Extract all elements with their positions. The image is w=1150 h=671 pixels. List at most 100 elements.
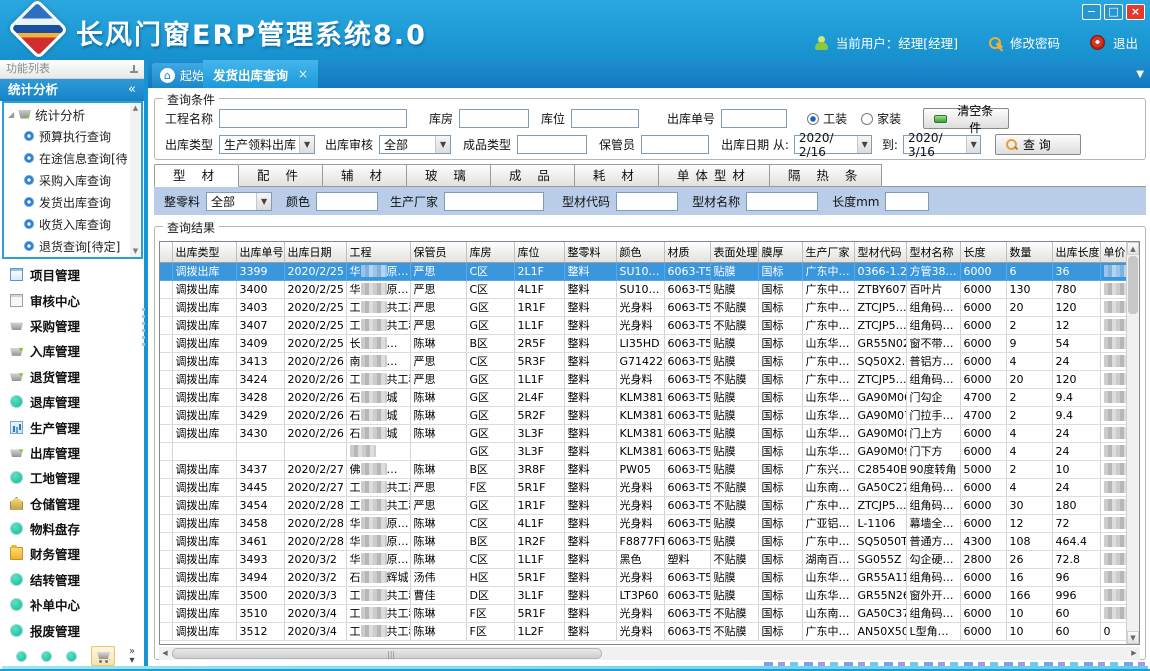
column-header-整零料[interactable]: 整零料	[564, 242, 616, 262]
whole-part-select[interactable]: 全部▼	[206, 192, 272, 211]
column-header-长度[interactable]: 长度	[960, 242, 1006, 262]
minimize-button[interactable]: −	[1082, 4, 1101, 20]
table-row[interactable]: 调拨出库34942020/3/2石辉城汤伟H区5R1F整料光身料6063-T5贴…	[160, 568, 1140, 586]
table-row[interactable]: 调拨出库34282020/2/26石城陈琳G区2L4F整料KLM38176063…	[160, 388, 1140, 406]
material-tab-配件[interactable]: 配 件	[239, 164, 323, 187]
material-tab-玻璃[interactable]: 玻 璃	[407, 164, 491, 187]
row-selector[interactable]	[160, 586, 172, 604]
profile-code-input[interactable]	[616, 192, 678, 211]
row-selector[interactable]	[160, 334, 172, 352]
scroll-left-icon[interactable]: ◀	[159, 647, 171, 660]
column-header-材质[interactable]: 材质	[664, 242, 710, 262]
tab-close-icon[interactable]: ×	[298, 67, 308, 81]
table-horizontal-scrollbar[interactable]: ◀ ||| ▶	[159, 647, 1140, 660]
column-header-工程[interactable]: 工程	[346, 242, 410, 262]
table-row[interactable]: 调拨出库34542020/2/28工共工程严思G区1R1F整料光身料6063-T…	[160, 496, 1140, 514]
sidebar-item-结转管理[interactable]: 结转管理	[0, 567, 144, 592]
maximize-button[interactable]: □	[1104, 4, 1123, 20]
sidebar-item-报废管理[interactable]: 报废管理	[0, 617, 144, 642]
jiazhuang-radio[interactable]	[861, 113, 873, 125]
sidebar-item-入库管理[interactable]: 入库管理	[0, 338, 144, 363]
material-tab-成品[interactable]: 成 品	[491, 164, 575, 187]
row-selector[interactable]	[160, 622, 172, 640]
scroll-down-icon[interactable]: ▼	[1127, 631, 1139, 644]
material-tab-辅材[interactable]: 辅 材	[323, 164, 407, 187]
close-button[interactable]: ×	[1126, 4, 1145, 20]
row-selector[interactable]	[160, 424, 172, 442]
table-row[interactable]: 调拨出库34612020/2/28华原…陈琳B区1R2F整料F8877FT606…	[160, 532, 1140, 550]
row-selector[interactable]	[160, 442, 172, 460]
tree-item-退库管理[待定][interactable]: 退库管理[待定]	[4, 257, 141, 259]
tree-root-node[interactable]: ◢ 统计分析	[4, 103, 141, 125]
column-header-保管员[interactable]: 保管员	[410, 242, 466, 262]
table-row[interactable]: 调拨出库34002020/2/25华原…严思C区4L1F整料SU10…6063-…	[160, 280, 1140, 298]
gongzhuang-radio-label[interactable]: 工装	[823, 110, 847, 127]
row-selector[interactable]	[160, 280, 172, 298]
search-button[interactable]: 查 询	[995, 134, 1081, 155]
tree-item-在途信息查询[待[interactable]: 在途信息查询[待	[4, 147, 141, 169]
keeper-input[interactable]	[641, 135, 709, 154]
sidebar-item-仓储管理[interactable]: 仓储管理	[0, 491, 144, 516]
column-header-出库日期[interactable]: 出库日期	[284, 242, 346, 262]
column-header-出库长度[interactable]: 出库长度	[1052, 242, 1100, 262]
column-header-出库单号[interactable]: 出库单号	[236, 242, 284, 262]
expander-icon[interactable]: ◢	[8, 110, 14, 119]
row-selector[interactable]	[160, 514, 172, 532]
collapse-icon[interactable]: «	[128, 79, 136, 101]
row-selector[interactable]	[160, 370, 172, 388]
table-row[interactable]: 调拨出库34582020/2/28华原…陈琳C区4L1F整料光身料6063-T5…	[160, 514, 1140, 532]
row-selector[interactable]	[160, 262, 172, 280]
row-selector[interactable]	[160, 316, 172, 334]
profile-name-input[interactable]	[746, 192, 818, 211]
table-vertical-scrollbar[interactable]: ▲ ▼	[1126, 242, 1139, 644]
column-header-表面处理[interactable]: 表面处理	[710, 242, 758, 262]
outbound-type-select[interactable]: 生产领料出库▼	[219, 135, 315, 154]
tree-item-采购入库查询[interactable]: 采购入库查询	[4, 169, 141, 191]
tree-item-发货出库查询[interactable]: 发货出库查询	[4, 191, 141, 213]
column-header-颜色[interactable]: 颜色	[616, 242, 664, 262]
row-selector[interactable]	[160, 298, 172, 316]
sidebar-section-header[interactable]: 统计分析 «	[0, 79, 144, 101]
sidebar-item-工地管理[interactable]: 工地管理	[0, 465, 144, 490]
scroll-down-icon[interactable]: ▼	[130, 246, 141, 257]
row-selector[interactable]	[160, 460, 172, 478]
tree-vertical-scrollbar[interactable]: ▲ ▼	[130, 103, 141, 257]
material-tab-单体型材[interactable]: 单体型材	[659, 164, 770, 187]
project-name-input[interactable]	[219, 109, 407, 128]
audit-select[interactable]: 全部▼	[379, 135, 451, 154]
sidebar-item-补单中心[interactable]: 补单中心	[0, 592, 144, 617]
row-selector[interactable]	[160, 496, 172, 514]
table-row[interactable]: 调拨出库34452020/2/27工共工程严思F区5R1F整料光身料6063-T…	[160, 478, 1140, 496]
scrollbar-thumb[interactable]: |||	[172, 648, 602, 659]
sidebar-splitter[interactable]	[142, 308, 145, 348]
sidebar-item-生产管理[interactable]: 生产管理	[0, 414, 144, 439]
location-input[interactable]	[571, 109, 639, 128]
column-header-库位[interactable]: 库位	[514, 242, 564, 262]
table-row[interactable]: G区3L3F整料KLM38176063-T5贴膜国标山东华…GA90M09.门下…	[160, 442, 1140, 460]
cart-menu-button[interactable]	[91, 646, 115, 666]
sidebar-item-财务管理[interactable]: 财务管理	[0, 541, 144, 566]
table-row[interactable]: 调拨出库35002020/3/3工共工程曹佳D区3L1F整料LT3P606063…	[160, 586, 1140, 604]
row-selector[interactable]	[160, 532, 172, 550]
material-tab-隔热条[interactable]: 隔 热 条	[770, 164, 882, 187]
table-row[interactable]: 调拨出库35102020/3/4工共工程陈琳F区5R1F整料光身料6063-T5…	[160, 604, 1140, 622]
color-input[interactable]	[316, 192, 378, 211]
pin-icon[interactable]	[130, 65, 137, 74]
jiazhuang-radio-label[interactable]: 家装	[877, 110, 901, 127]
scroll-up-icon[interactable]: ▲	[1127, 242, 1139, 255]
warehouse-input[interactable]	[459, 109, 529, 128]
row-selector[interactable]	[160, 478, 172, 496]
column-header-型材代码[interactable]: 型材代码	[854, 242, 906, 262]
table-row[interactable]: 调拨出库34132020/2/26南…严思C区5R3F整料G714226063-…	[160, 352, 1140, 370]
date-from-picker[interactable]: 2020/ 2/16▼	[794, 135, 872, 154]
table-row[interactable]: 调拨出库34032020/2/25工共工程严思G区1R1F整料光身料6063-T…	[160, 298, 1140, 316]
table-row[interactable]: 调拨出库34292020/2/26石城陈琳G区5R2F整料KLM38176063…	[160, 406, 1140, 424]
sidebar-item-采购管理[interactable]: 采购管理	[0, 313, 144, 338]
material-tab-耗材[interactable]: 耗 材	[575, 164, 659, 187]
sidebar-item-出库管理[interactable]: 出库管理	[0, 440, 144, 465]
column-header-数量[interactable]: 数量	[1006, 242, 1052, 262]
length-input[interactable]	[885, 192, 929, 211]
change-password-link[interactable]: 修改密码	[1010, 33, 1060, 52]
sidebar-item-审核中心[interactable]: 审核中心	[0, 287, 144, 312]
table-row[interactable]: 调拨出库34302020/2/26石城陈琳G区3L3F整料KLM38176063…	[160, 424, 1140, 442]
